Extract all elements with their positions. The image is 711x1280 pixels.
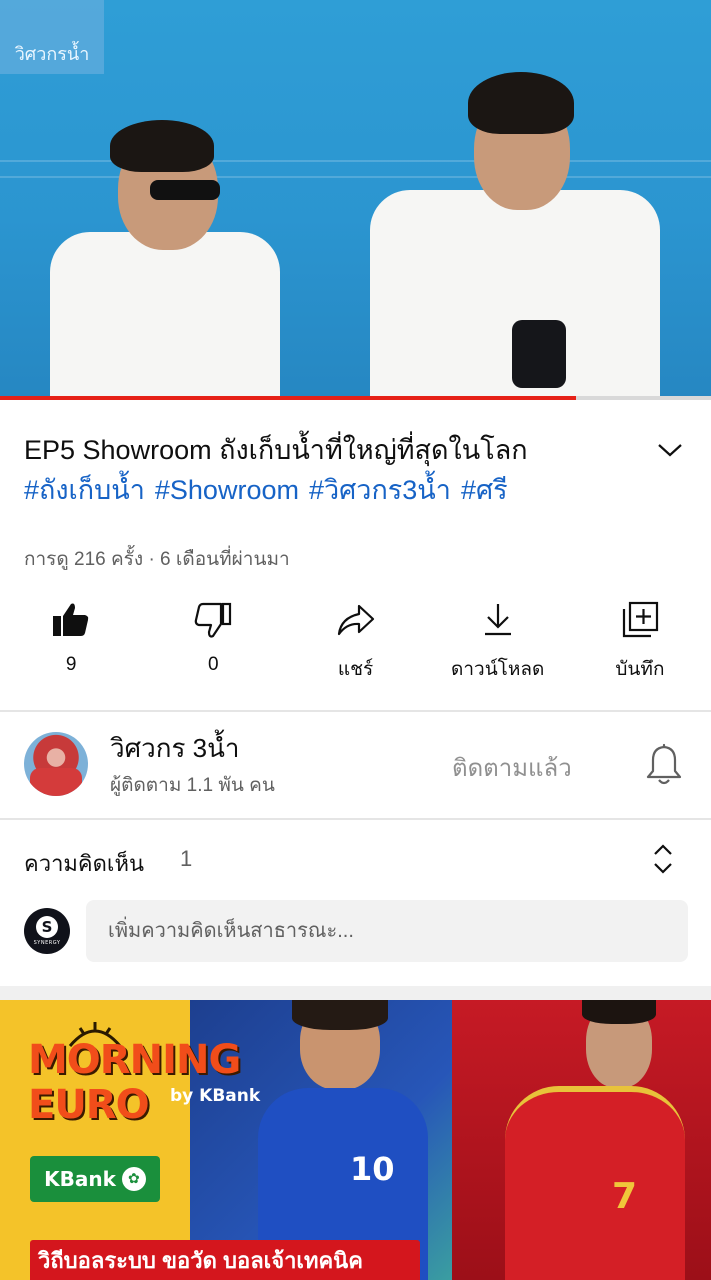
share-button[interactable]: แชร์ <box>284 596 426 692</box>
video-details[interactable]: EP5 Showroom ถังเก็บน้ำที่ใหญ่ที่สุดในโล… <box>24 430 694 510</box>
section-separator <box>0 986 711 1000</box>
jersey-number: 10 <box>350 1150 395 1188</box>
ad-by-kbank: by KBank <box>170 1086 261 1106</box>
subscribed-button[interactable]: ติดตามแล้ว <box>452 748 572 787</box>
ad-headline-euro: EURO <box>28 1082 150 1128</box>
player-jersey <box>505 1086 685 1280</box>
face-mask <box>512 320 566 388</box>
hashtag-link[interactable]: #Showroom <box>155 475 299 505</box>
expand-collapse-icon[interactable] <box>650 842 676 876</box>
save-button[interactable]: บันทึก <box>569 596 711 692</box>
comments-section[interactable]: ความคิดเห็น 1 S SYNERGY <box>0 820 711 986</box>
user-avatar-letter: S <box>36 916 58 938</box>
comment-input[interactable] <box>86 900 688 962</box>
dislike-button[interactable]: 0 <box>142 596 284 692</box>
shirt <box>50 232 280 398</box>
ad-headline-morning: MORNING <box>28 1037 241 1083</box>
comments-title: ความคิดเห็น <box>24 851 144 876</box>
like-button[interactable]: 9 <box>0 596 142 692</box>
video-title: EP5 Showroom ถังเก็บน้ำที่ใหญ่ที่สุดในโล… <box>24 435 528 465</box>
download-icon <box>484 604 511 636</box>
bell-icon[interactable] <box>644 742 684 786</box>
kbank-leaf-icon: ✿ <box>121 1167 146 1191</box>
background-line <box>0 160 711 162</box>
sunglasses <box>150 180 220 200</box>
channel-name[interactable]: วิศวกร 3น้ำ <box>110 728 239 769</box>
subscriber-count: ผู้ติดตาม 1.1 พัน คน <box>110 775 275 796</box>
user-avatar: S SYNERGY <box>24 908 70 954</box>
hair <box>468 72 574 134</box>
download-label: ดาวน์โหลด <box>451 659 545 680</box>
video-player[interactable]: วิศวกรน้ำ <box>0 0 711 398</box>
dislike-count: 0 <box>208 654 219 675</box>
kbank-logo-badge: KBank ✿ <box>30 1156 160 1202</box>
watermark-text: วิศวกรน้ำ <box>14 44 90 65</box>
channel-row[interactable]: วิศวกร 3น้ำ ผู้ติดตาม 1.1 พัน คน ติดตามแ… <box>0 714 711 818</box>
share-arrow-icon <box>337 604 374 636</box>
expand-description-button[interactable] <box>652 432 688 468</box>
action-bar: 9 0 แชร์ ดาวน์โหลด บันทึก <box>0 596 711 692</box>
user-avatar-text: SYNERGY <box>33 940 61 946</box>
save-label: บันทึก <box>615 659 665 680</box>
hashtag-list: #ถังเก็บน้ำ #Showroom #วิศวกร3น้ำ #ศรี <box>24 470 694 510</box>
chevron-down-icon <box>658 444 682 457</box>
view-count-and-date: การดู 216 ครั้ง · 6 เดือนที่ผ่านมา <box>24 549 290 570</box>
background-line <box>0 176 711 178</box>
like-count: 9 <box>65 654 77 675</box>
player-hair <box>582 1000 656 1024</box>
ad-banner[interactable]: MORNING EURO by KBank KBank ✿ 10 7 วิถีบ… <box>0 1000 711 1280</box>
jersey-number: 7 <box>612 1176 638 1217</box>
thumbs-down-icon <box>195 602 232 638</box>
channel-watermark: วิศวกรน้ำ <box>0 0 104 74</box>
channel-avatar[interactable] <box>24 732 88 796</box>
share-label: แชร์ <box>337 659 374 680</box>
player-hair <box>292 1000 388 1030</box>
hashtag-link[interactable]: #ถังเก็บน้ำ <box>24 475 145 505</box>
divider <box>0 710 711 712</box>
hair <box>110 120 214 172</box>
video-progress-bar[interactable] <box>0 396 711 400</box>
thumbs-up-filled-icon <box>53 603 89 636</box>
hashtag-link[interactable]: #ศรี <box>461 475 508 505</box>
add-to-playlist-icon <box>622 601 659 638</box>
comments-count: 1 <box>180 846 193 871</box>
video-progress-fill <box>0 396 576 400</box>
kbank-badge-text: KBank <box>44 1167 116 1191</box>
hashtag-link[interactable]: #วิศวกร3น้ำ <box>309 475 451 505</box>
download-button[interactable]: ดาวน์โหลด <box>427 596 569 692</box>
ad-tagline: วิถีบอลระบบ ขอวัด บอลเจ้าเทคนิค <box>30 1240 420 1280</box>
